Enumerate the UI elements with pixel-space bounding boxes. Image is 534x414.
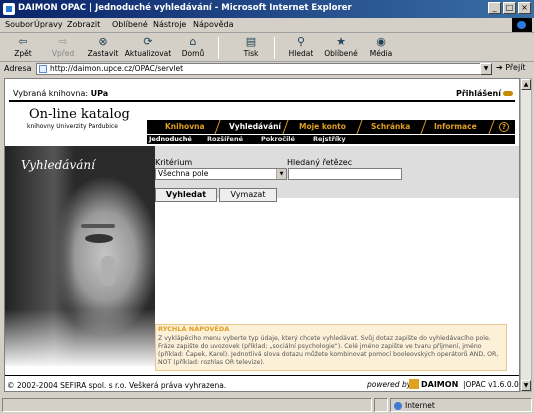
search-icon: ⚲: [296, 35, 306, 48]
address-label: Adresa: [4, 64, 32, 73]
search-submit-button[interactable]: Vyhledat: [155, 188, 217, 202]
tab-moje-konto[interactable]: Moje konto: [299, 122, 346, 131]
daimon-logo-icon: [409, 379, 419, 389]
vertical-scrollbar[interactable]: ▲ ▼: [520, 78, 532, 392]
home-icon: ⌂: [189, 35, 197, 48]
back-arrow-icon: ⇦: [18, 35, 28, 48]
menu-bar: Soubor Úpravy Zobrazit Oblíbené Nástroje…: [0, 18, 534, 33]
quick-help-box: RYCHLÁ NÁPOVĚDA Z vyklápěcího menu vyber…: [155, 324, 507, 371]
search-string-input[interactable]: [288, 168, 402, 180]
tab-vyhledavani[interactable]: Vyhledávání: [229, 122, 281, 131]
favorites-icon: ★: [336, 35, 346, 48]
page-icon: [39, 65, 47, 73]
opac-version: |OPAC v1.6.0.0: [463, 380, 519, 389]
refresh-icon: ⟳: [143, 35, 153, 48]
address-input[interactable]: http://daimon.upce.cz/OPAC/servlet ▼: [36, 63, 492, 75]
quick-help-title: RYCHLÁ NÁPOVĚDA: [158, 325, 230, 333]
criterion-select[interactable]: Všechna pole ▼: [155, 168, 287, 180]
menu-soubor[interactable]: Soubor: [5, 20, 33, 29]
login-link[interactable]: Přihlášení: [456, 89, 513, 98]
search-button[interactable]: ⚲ Hledat: [282, 36, 320, 60]
go-button[interactable]: ➔ Přejít: [496, 63, 526, 72]
catalog-subtitle: knihovny Univerzity Pardubice: [27, 123, 118, 130]
windows-logo-icon: [512, 18, 532, 32]
menu-oblibene[interactable]: Oblíbené: [112, 20, 148, 29]
address-bar: Adresa http://daimon.upce.cz/OPAC/servle…: [0, 62, 534, 76]
page-heading: Vyhledávání: [21, 158, 95, 172]
tab-schranka[interactable]: Schránka: [371, 122, 410, 131]
copyright: © 2002-2004 SEFIRA spol. s r.o. Veškerá …: [7, 381, 227, 390]
search-subtabs: Jednoduché Rozšířené Pokročilé Rejstříky: [147, 135, 515, 144]
powered-by: powered by: [367, 380, 412, 389]
close-button[interactable]: ×: [518, 2, 531, 14]
refresh-button[interactable]: ⟳ Aktualizovat: [124, 36, 172, 60]
subtab-jednoduche[interactable]: Jednoduché: [149, 135, 192, 143]
stop-icon: ⊗: [98, 35, 108, 48]
print-icon: ▤: [245, 35, 257, 48]
footer-divider: [5, 375, 519, 376]
web-page: Vybraná knihovna: UPa Přihlášení On-line…: [4, 78, 520, 392]
forward-arrow-icon: ⇨: [58, 35, 68, 48]
quick-help-text: Z vyklápěcího menu vyberte typ údaje, kt…: [158, 335, 499, 366]
chevron-down-icon[interactable]: ▼: [276, 169, 286, 179]
menu-napoveda[interactable]: Nápověda: [193, 20, 234, 29]
internet-zone-icon: [394, 402, 402, 410]
status-bar: Internet: [0, 396, 534, 414]
selected-library: Vybraná knihovna: UPa: [13, 89, 109, 98]
toolbar: ⇦ Zpět ⇨ Vpřed ⊗ Zastavit ⟳ Aktualizovat…: [0, 34, 534, 62]
subtab-rejstriky[interactable]: Rejstříky: [313, 135, 346, 143]
subtab-pokrocile[interactable]: Pokročilé: [261, 135, 295, 143]
home-button[interactable]: ⌂ Domů: [174, 36, 212, 60]
media-icon: ◉: [376, 35, 386, 48]
print-button[interactable]: ▤ Tisk: [232, 36, 270, 60]
stop-button[interactable]: ⊗ Zastavit: [84, 36, 122, 60]
back-button[interactable]: ⇦ Zpět: [4, 36, 42, 60]
scroll-down-icon[interactable]: ▼: [521, 380, 531, 391]
criterion-label: Kritérium: [155, 158, 193, 167]
favorites-button[interactable]: ★ Oblíbené: [322, 36, 360, 60]
daimon-brand: DAIMON: [421, 380, 459, 389]
header-divider: [9, 100, 515, 102]
search-string-label: Hledaný řetězec: [287, 158, 353, 167]
help-icon[interactable]: ?: [499, 122, 509, 132]
tab-knihovna[interactable]: Knihovna: [165, 122, 205, 131]
address-dropdown-icon[interactable]: ▼: [480, 63, 492, 75]
window-title: DAIMON OPAC | Jednoduché vyhledávání - M…: [18, 3, 352, 13]
key-icon: [503, 91, 513, 96]
clear-button[interactable]: Vymazat: [219, 188, 277, 202]
scroll-up-icon[interactable]: ▲: [521, 79, 531, 90]
menu-zobrazit[interactable]: Zobrazit: [67, 20, 100, 29]
main-tabs: Knihovna Vyhledávání Moje konto Schránka…: [147, 120, 515, 134]
zone-label: Internet: [405, 401, 435, 410]
media-button[interactable]: ◉ Média: [362, 36, 400, 60]
address-url: http://daimon.upce.cz/OPAC/servlet: [50, 64, 184, 73]
ie-app-icon[interactable]: [3, 3, 15, 15]
minimize-button[interactable]: _: [488, 2, 501, 14]
subtab-rozsirene[interactable]: Rozšířené: [207, 135, 243, 143]
forward-button[interactable]: ⇨ Vpřed: [44, 36, 82, 60]
tab-informace[interactable]: Informace: [434, 122, 477, 131]
library-value: UPa: [90, 89, 109, 98]
zone-pane: Internet: [390, 398, 532, 412]
window-title-bar: DAIMON OPAC | Jednoduché vyhledávání - M…: [0, 0, 534, 18]
maximize-button[interactable]: □: [503, 2, 516, 14]
menu-nastroje[interactable]: Nástroje: [153, 20, 186, 29]
catalog-title: On-line katalog: [29, 107, 130, 122]
menu-upravy[interactable]: Úpravy: [34, 20, 63, 29]
